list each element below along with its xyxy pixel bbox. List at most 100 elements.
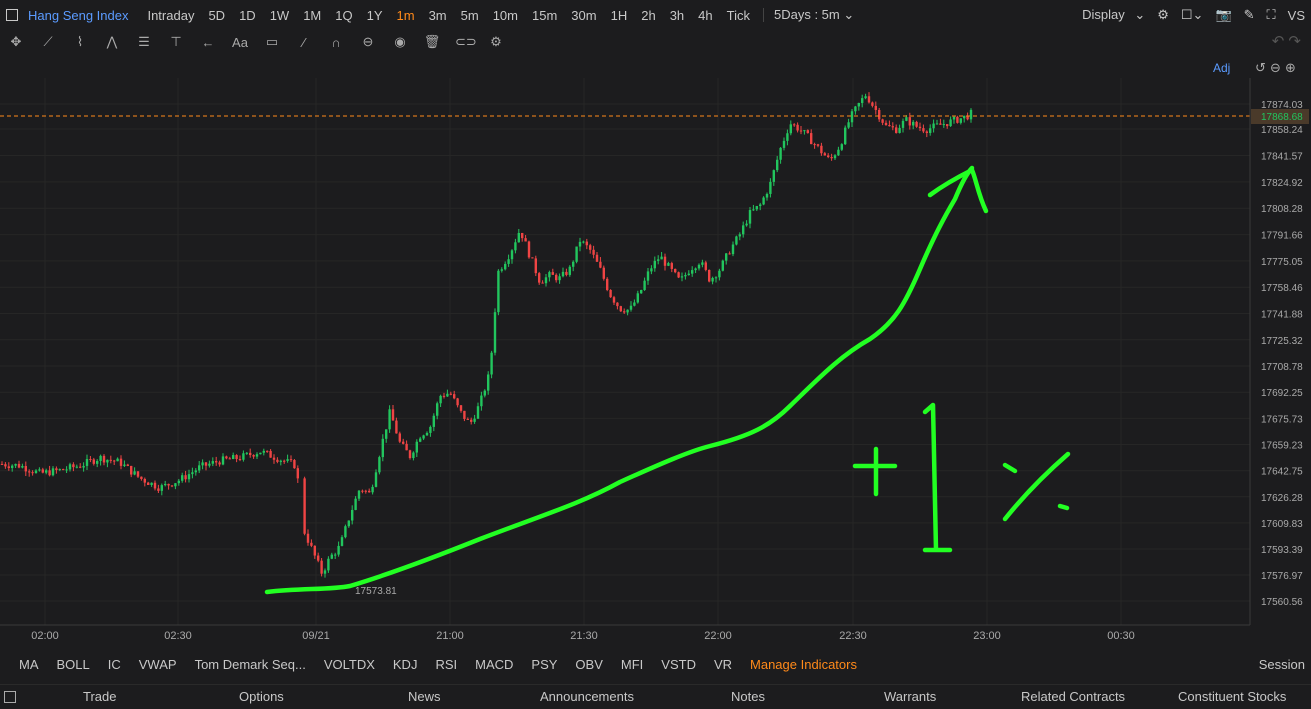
candle-body — [660, 256, 663, 260]
timeframe-15m[interactable]: 15m — [532, 8, 557, 23]
checkbox-icon[interactable]: ☐⌄ — [1181, 7, 1204, 23]
measure-tool-icon[interactable]: ⊤ — [167, 34, 185, 50]
timeframe-4h[interactable]: 4h — [698, 8, 712, 23]
indicator-vwap[interactable]: VWAP — [139, 657, 177, 672]
ruler-icon[interactable]: ∕ — [295, 35, 313, 50]
candle-body — [544, 277, 548, 284]
trash-icon[interactable]: 🗑 — [423, 34, 441, 50]
display-dropdown[interactable]: Display ⌄ — [1076, 7, 1145, 23]
tab-options[interactable]: Options — [239, 689, 284, 704]
indicator-ma[interactable]: MA — [19, 657, 39, 672]
indicator-psy[interactable]: PSY — [531, 657, 557, 672]
drawing-settings-icon[interactable]: ⚙ — [487, 34, 505, 50]
timeframe-5m[interactable]: 5m — [461, 8, 479, 23]
tab-related-contracts[interactable]: Related Contracts — [1021, 689, 1125, 704]
candle-body — [364, 490, 367, 492]
tab-notes[interactable]: Notes — [731, 689, 765, 704]
pattern-tool-icon[interactable]: ⋀ — [103, 34, 121, 50]
layout-toggle-icon[interactable] — [6, 9, 18, 21]
tab-news[interactable]: News — [408, 689, 441, 704]
lock-icon[interactable]: ⊖ — [359, 34, 377, 50]
tab-announcements[interactable]: Announcements — [540, 689, 634, 704]
candle-body — [323, 570, 327, 574]
candle-body — [0, 463, 4, 465]
adj-button[interactable]: Adj — [1213, 61, 1230, 75]
price-tick-label: 17725.32 — [1261, 336, 1303, 347]
eye-icon[interactable]: ◉ — [391, 34, 409, 50]
candle-body — [555, 274, 558, 281]
vs-button[interactable]: VS — [1288, 8, 1305, 23]
price-chart[interactable]: 17874.0317858.2417841.5717824.9217808.28… — [0, 54, 1311, 654]
indicator-voltdx[interactable]: VOLTDX — [324, 657, 375, 672]
fullscreen-icon[interactable]: ⛶ — [1267, 7, 1276, 23]
trendline-tool-icon[interactable]: ⟋ — [39, 34, 57, 50]
indicator-vstd[interactable]: VSTD — [661, 657, 696, 672]
timeframe-1y[interactable]: 1Y — [367, 8, 383, 23]
indicator-ic[interactable]: IC — [108, 657, 121, 672]
indicator-boll[interactable]: BOLL — [57, 657, 90, 672]
session-button[interactable]: Session — [1259, 657, 1305, 672]
candle-body — [327, 558, 330, 571]
symbol-name[interactable]: Hang Seng Index — [28, 8, 128, 23]
candle-body — [599, 261, 602, 268]
display-label: Display — [1082, 7, 1125, 22]
pencil-icon[interactable]: ✎ — [1244, 7, 1255, 23]
tab-constituent-stocks[interactable]: Constituent Stocks — [1178, 689, 1286, 704]
timeframe-3m[interactable]: 3m — [429, 8, 447, 23]
candle-body — [500, 269, 503, 271]
candle-body — [857, 102, 860, 107]
arrow-tool-icon[interactable]: ← — [199, 35, 217, 50]
timeframe-1m[interactable]: 1m — [397, 8, 415, 23]
undo-redo-icon[interactable]: ↶ ↷ — [1272, 32, 1301, 50]
text-tool-icon[interactable]: Aa — [231, 35, 249, 50]
indicator-kdj[interactable]: KDJ — [393, 657, 418, 672]
candle-body — [167, 483, 170, 486]
polyline-tool-icon[interactable]: ⌇ — [71, 34, 89, 50]
range-select[interactable]: 5Days : 5m ⌄ — [774, 7, 854, 23]
candle-body — [123, 464, 126, 466]
timeframe-1w[interactable]: 1W — [270, 8, 290, 23]
candle-body — [752, 209, 755, 211]
candle-body — [85, 459, 89, 466]
candle-body — [48, 470, 51, 476]
fib-tool-icon[interactable]: ☰ — [135, 34, 153, 50]
move-cross-icon[interactable]: ✥ — [7, 34, 25, 50]
panel-toggle-icon[interactable] — [4, 691, 16, 703]
indicator-rsi[interactable]: RSI — [435, 657, 457, 672]
candle-body — [170, 485, 174, 487]
tab-trade[interactable]: Trade — [83, 689, 116, 704]
candle-body — [718, 270, 721, 278]
indicator-tom-demark-seq-[interactable]: Tom Demark Seq... — [195, 657, 306, 672]
candle-body — [728, 253, 731, 255]
indicator-obv[interactable]: OBV — [575, 657, 602, 672]
candle-body — [408, 450, 412, 459]
timeframe-1m[interactable]: 1M — [303, 8, 321, 23]
timeframe-1h[interactable]: 1H — [611, 8, 628, 23]
timeframe-1q[interactable]: 1Q — [335, 8, 352, 23]
candle-body — [929, 128, 932, 133]
manage-indicators-button[interactable]: Manage Indicators — [750, 657, 857, 672]
indicator-vr[interactable]: VR — [714, 657, 732, 672]
candle-body — [684, 274, 687, 277]
tab-warrants[interactable]: Warrants — [884, 689, 936, 704]
candle-body — [68, 464, 72, 470]
timeframe-tick[interactable]: Tick — [727, 8, 750, 23]
indicator-macd[interactable]: MACD — [475, 657, 513, 672]
link-icon[interactable]: ⊂⊃ — [455, 34, 477, 50]
magnet-icon[interactable]: ∩ — [327, 35, 345, 50]
candle-body — [116, 458, 119, 462]
indicator-mfi[interactable]: MFI — [621, 657, 643, 672]
timeframe-3h[interactable]: 3h — [670, 8, 684, 23]
timeframe-2h[interactable]: 2h — [641, 8, 655, 23]
candle-body — [425, 432, 429, 436]
timeframe-10m[interactable]: 10m — [493, 8, 518, 23]
candle-body — [833, 155, 837, 159]
timeframe-5d[interactable]: 5D — [208, 8, 225, 23]
comment-tool-icon[interactable]: ▭ — [263, 34, 281, 50]
timeframe-30m[interactable]: 30m — [571, 8, 596, 23]
camera-icon[interactable]: 📷 — [1215, 7, 1231, 23]
timeframe-intraday[interactable]: Intraday — [147, 8, 194, 23]
chart-reset-icons[interactable]: ↺ ⊖ ⊕ — [1255, 61, 1296, 76]
timeframe-1d[interactable]: 1D — [239, 8, 256, 23]
settings-gear-icon[interactable]: ⚙ — [1157, 7, 1169, 23]
